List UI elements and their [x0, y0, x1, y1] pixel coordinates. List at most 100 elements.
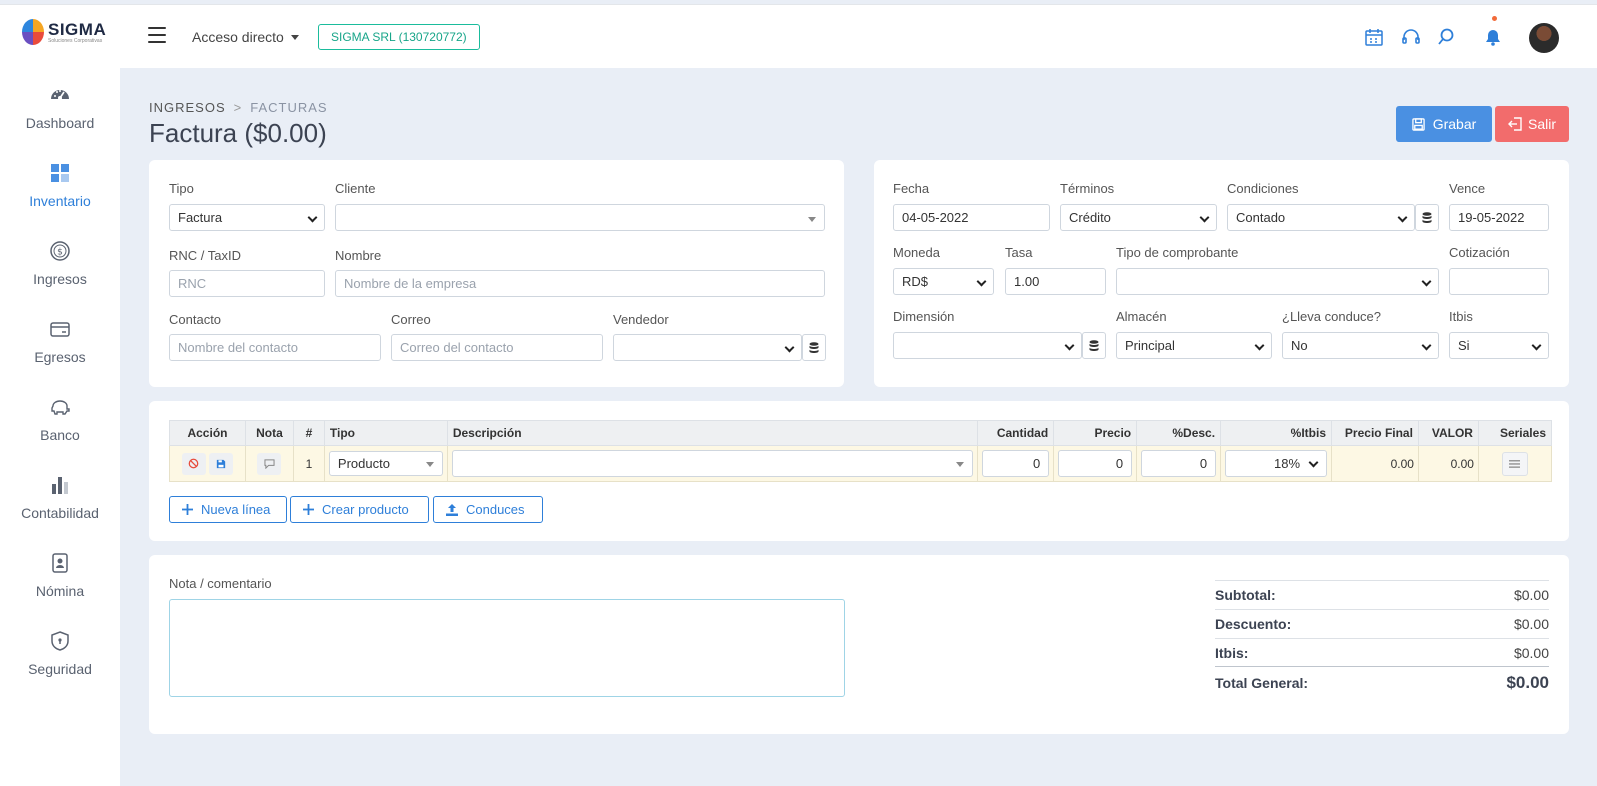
row-valor: 0.00 [1417, 445, 1479, 482]
save-line-button[interactable] [209, 452, 234, 475]
conduce-label: ¿Lleva conduce? [1282, 309, 1382, 324]
itbis-select[interactable]: Si [1449, 332, 1549, 359]
calendar-icon[interactable] [1364, 27, 1384, 47]
sidebar-item-contabilidad[interactable]: Contabilidad [0, 474, 120, 544]
shortcut-dropdown[interactable]: Acceso directo [192, 29, 299, 45]
floppy-icon [216, 459, 226, 468]
col-itbis: %Itbis [1220, 420, 1333, 446]
menu-toggle-icon[interactable] [148, 27, 166, 43]
logo-text-block: SIGMA Soluciones Corporativas [48, 21, 106, 44]
condiciones-label: Condiciones [1227, 181, 1299, 196]
sidebar-item-dashboard[interactable]: Dashboard [0, 84, 120, 154]
comment-icon [264, 458, 275, 469]
cliente-select[interactable] [335, 204, 825, 231]
itbis-total-label: Itbis: [1215, 644, 1249, 661]
chevron-down-icon [1421, 276, 1432, 287]
logo-text: SIGMA [48, 19, 107, 39]
database-icon[interactable] [1082, 332, 1106, 359]
vendedor-select[interactable] [613, 334, 802, 361]
tasa-input[interactable]: 1.00 [1005, 268, 1106, 295]
fecha-input[interactable]: 04-05-2022 [893, 204, 1050, 231]
create-product-button[interactable]: Crear producto [290, 496, 429, 523]
nombre-placeholder: Nombre de la empresa [344, 276, 477, 291]
breadcrumb-root[interactable]: INGRESOS [149, 100, 226, 115]
comprobante-select[interactable] [1116, 268, 1439, 295]
sidebar-item-egresos[interactable]: Egresos [0, 318, 120, 388]
caret-down-icon [290, 34, 299, 40]
headset-icon[interactable] [1401, 27, 1421, 47]
database-icon[interactable] [1415, 204, 1439, 231]
save-button[interactable]: Grabar [1396, 106, 1492, 142]
row-cantidad-input[interactable]: 0 [982, 450, 1050, 477]
sidebar-item-seguridad[interactable]: Seguridad [0, 630, 120, 700]
row-number: 1 [292, 445, 325, 482]
dimension-label: Dimensión [893, 309, 955, 324]
col-tipo: Tipo [323, 420, 448, 446]
add-line-button[interactable]: Nueva línea [169, 496, 287, 523]
sidebar-item-label: Nómina [35, 583, 85, 599]
conduce-select[interactable]: No [1282, 332, 1439, 359]
chevron-down-icon [1531, 340, 1542, 351]
caret-down-icon [425, 462, 434, 467]
table-header-row: Acción Nota # Tipo Descripción Cantidad … [169, 420, 1553, 446]
total-row: Total General: $0.00 [1215, 666, 1549, 698]
note-button[interactable] [257, 452, 282, 475]
avatar[interactable] [1529, 23, 1559, 53]
descuento-row: Descuento: $0.00 [1215, 609, 1549, 638]
terminos-select[interactable]: Crédito [1060, 204, 1217, 231]
vence-input[interactable]: 19-05-2022 [1449, 204, 1549, 231]
notes-textarea[interactable] [169, 599, 845, 697]
logo-mark [22, 19, 44, 45]
create-product-label: Crear producto [322, 502, 409, 517]
chevron-down-icon [307, 212, 318, 223]
sidebar-item-label: Inventario [29, 193, 91, 209]
terminos-label: Términos [1060, 181, 1115, 196]
col-seriales: Seriales [1477, 420, 1553, 446]
condiciones-select[interactable]: Contado [1227, 204, 1415, 231]
dimension-select[interactable] [893, 332, 1082, 359]
logo[interactable]: SIGMA Soluciones Corporativas [22, 19, 106, 45]
sidebar-item-label: Banco [40, 427, 80, 443]
cancel-line-button[interactable] [181, 452, 206, 475]
sidebar-item-ingresos[interactable]: $ Ingresos [0, 240, 120, 310]
subtotal-row: Subtotal: $0.00 [1215, 580, 1549, 609]
col-accion: Acción [169, 420, 246, 446]
sidebar-item-nomina[interactable]: Nómina [0, 552, 120, 622]
sidebar-item-banco[interactable]: Banco [0, 396, 120, 466]
rnc-placeholder: RNC [178, 276, 207, 291]
terminos-value: Crédito [1069, 210, 1111, 225]
grid-icon [51, 164, 69, 182]
row-precio-final: 0.00 [1331, 445, 1419, 482]
correo-placeholder: Correo del contacto [400, 340, 514, 355]
shortcut-label: Acceso directo [192, 29, 284, 45]
row-tipo-select[interactable]: Producto [328, 451, 443, 476]
dollar-coin-icon: $ [50, 241, 70, 261]
moneda-select[interactable]: RD$ [893, 268, 994, 295]
list-icon [1509, 459, 1521, 468]
row-precio-input[interactable]: 0 [1058, 450, 1133, 477]
serials-button[interactable] [1501, 451, 1528, 476]
descuento-value: $0.00 [1513, 616, 1549, 632]
row-itbis-select[interactable]: 18% [1225, 450, 1328, 477]
svg-text:$: $ [57, 248, 63, 258]
almacen-select[interactable]: Principal [1116, 332, 1272, 359]
row-descripcion-select[interactable] [451, 450, 974, 477]
tipo-select[interactable]: Factura [169, 204, 325, 231]
company-selector[interactable]: SIGMA SRL (130720772) [318, 24, 480, 50]
search-icon[interactable] [1436, 27, 1456, 47]
exit-button[interactable]: Salir [1495, 106, 1569, 142]
database-icon[interactable] [802, 334, 826, 361]
bell-icon[interactable] [1483, 27, 1503, 47]
notes-label: Nota / comentario [169, 576, 272, 591]
nombre-input[interactable]: Nombre de la empresa [335, 270, 825, 297]
conduces-button[interactable]: Conduces [433, 496, 543, 523]
cotizacion-input[interactable] [1449, 268, 1549, 295]
contacto-label: Contacto [169, 312, 222, 327]
rnc-input[interactable]: RNC [169, 270, 325, 297]
contacto-input[interactable]: Nombre del contacto [169, 334, 381, 361]
sidebar-item-inventario[interactable]: Inventario [0, 162, 120, 232]
condiciones-value: Contado [1236, 210, 1286, 225]
correo-input[interactable]: Correo del contacto [391, 334, 603, 361]
vence-value: 19-05-2022 [1458, 210, 1525, 225]
row-descuento-input[interactable]: 0 [1141, 450, 1217, 477]
